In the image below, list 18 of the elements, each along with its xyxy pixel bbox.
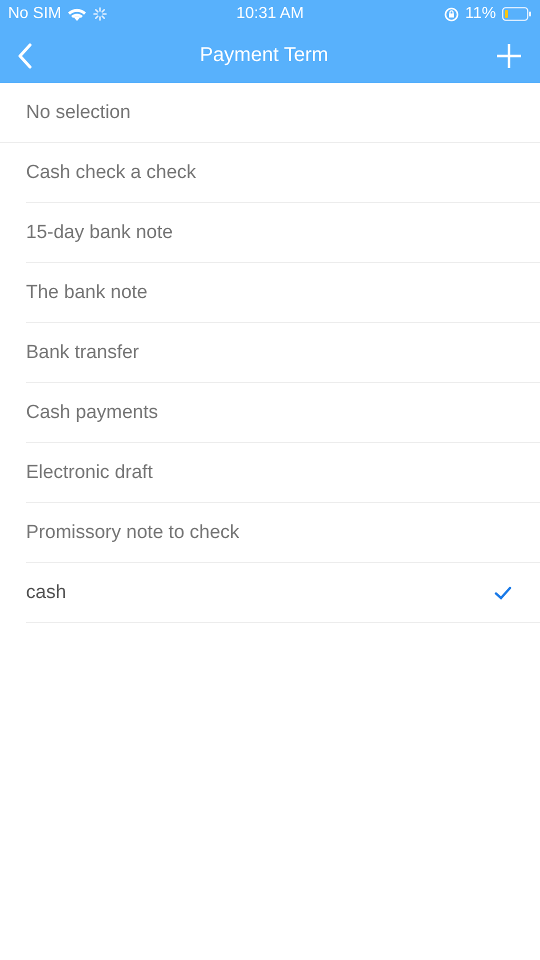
option-item[interactable]: Cash check a check xyxy=(26,143,540,203)
option-item[interactable]: Bank transfer xyxy=(26,323,540,383)
page-title: Payment Term xyxy=(200,44,328,67)
battery-percent: 11% xyxy=(465,5,496,23)
rotation-lock-icon xyxy=(444,6,460,22)
option-item[interactable]: Cash payments xyxy=(26,383,540,443)
option-item[interactable]: No selection xyxy=(0,83,540,143)
loading-icon xyxy=(93,7,108,21)
option-item[interactable]: Electronic draft xyxy=(26,443,540,503)
checkmark-icon xyxy=(494,586,512,600)
battery-icon xyxy=(502,7,532,21)
option-item[interactable]: 15-day bank note xyxy=(26,203,540,263)
option-item[interactable]: The bank note xyxy=(26,263,540,323)
status-time: 10:31 AM xyxy=(236,5,304,23)
wifi-icon xyxy=(67,6,88,22)
option-item[interactable]: cash xyxy=(26,563,540,623)
option-item[interactable]: Promissory note to check xyxy=(26,503,540,563)
carrier-label: No SIM xyxy=(8,5,62,23)
